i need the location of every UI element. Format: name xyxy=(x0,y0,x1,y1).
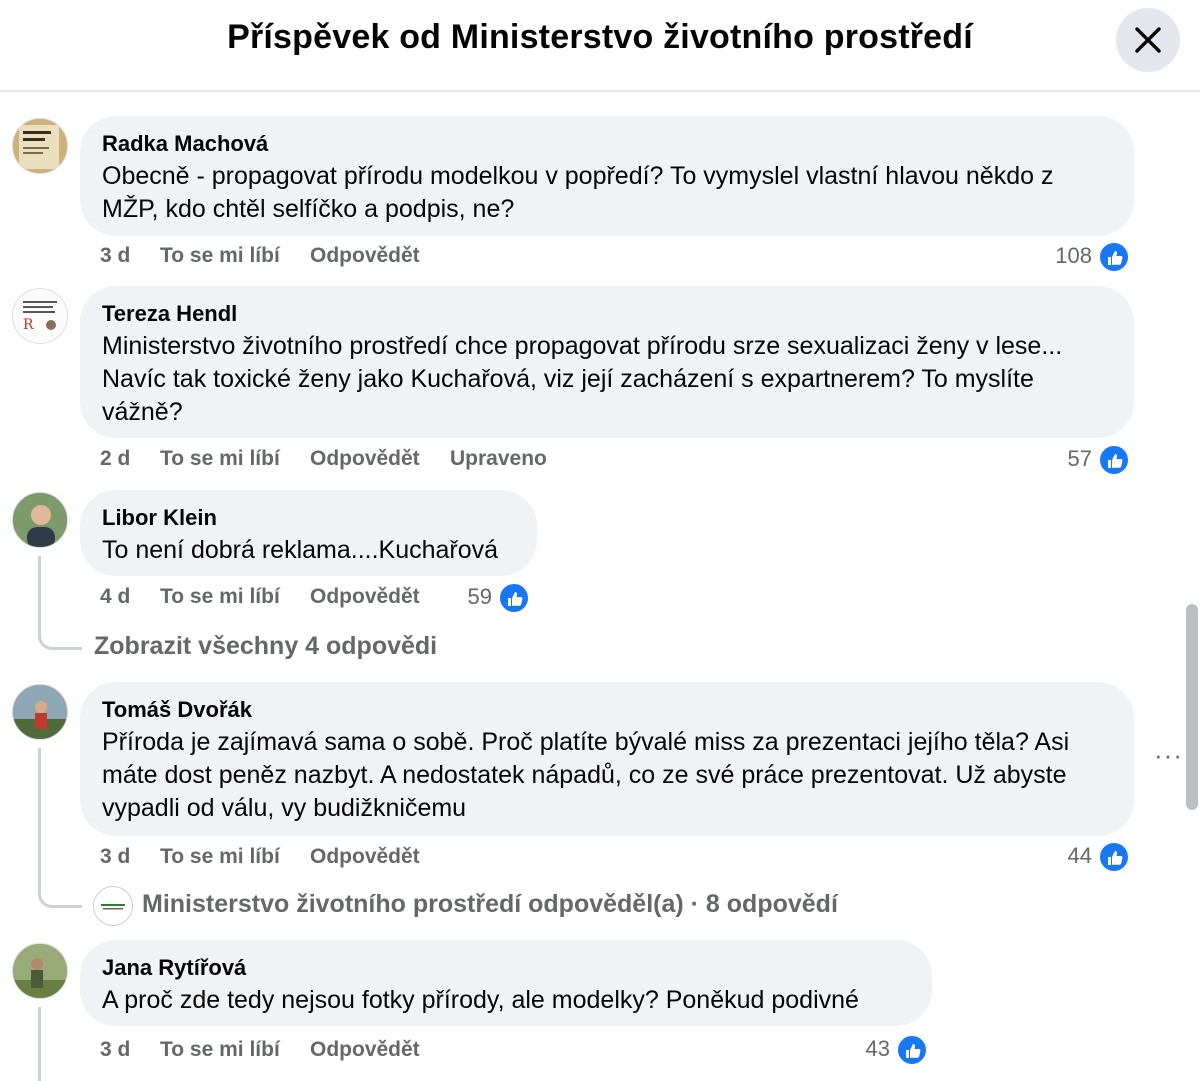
edited-label[interactable]: Upraveno xyxy=(450,447,547,471)
comment-bubble: Libor Klein To není dobrá reklama....Kuc… xyxy=(80,490,537,576)
avatar[interactable] xyxy=(12,118,68,174)
comment-author[interactable]: Libor Klein xyxy=(102,504,515,532)
like-button[interactable]: To se mi líbí xyxy=(160,845,280,869)
comment-age[interactable]: 4 d xyxy=(100,585,130,609)
avatar[interactable] xyxy=(12,684,68,740)
reaction-count[interactable]: 59 xyxy=(400,582,530,614)
comment-text: To není dobrá reklama....Kuchařová xyxy=(102,536,499,564)
reply-button[interactable]: Odpovědět xyxy=(310,1038,420,1062)
page-title: Příspěvek od Ministerstvo životního pros… xyxy=(227,18,973,56)
avatar-image: R xyxy=(13,289,67,343)
comment-text: Obecně - propagovat přírodu modelkou v p… xyxy=(102,162,1054,223)
comment-age[interactable]: 3 d xyxy=(100,244,130,268)
thread-line xyxy=(38,748,41,888)
avatar-image xyxy=(13,493,67,547)
comment-author[interactable]: Tereza Hendl xyxy=(102,300,1112,328)
avatar-image xyxy=(101,904,125,910)
close-button[interactable] xyxy=(1116,8,1180,72)
reply-button[interactable]: Odpovědět xyxy=(310,447,420,471)
avatar[interactable]: R xyxy=(12,288,68,344)
comment-actions: 3 d To se mi líbí Odpovědět xyxy=(100,1038,600,1068)
like-icon xyxy=(1098,241,1130,273)
avatar-image xyxy=(13,119,67,173)
thread-line xyxy=(38,1007,41,1081)
comment-bubble: Tereza Hendl Ministerstvo životního pros… xyxy=(80,286,1134,438)
reply-button[interactable]: Odpovědět xyxy=(310,244,420,268)
like-button[interactable]: To se mi líbí xyxy=(160,447,280,471)
comment-actions: 3 d To se mi líbí Odpovědět xyxy=(100,845,600,875)
reply-preview-link[interactable]: Ministerstvo životního prostředí odpověd… xyxy=(142,890,838,919)
comments-feed: Radka Machová Obecně - propagovat přírod… xyxy=(0,94,1200,1081)
avatar[interactable] xyxy=(12,943,68,999)
comment-age[interactable]: 2 d xyxy=(100,447,130,471)
dialog-header: Příspěvek od Ministerstvo životního pros… xyxy=(0,0,1200,92)
like-button[interactable]: To se mi líbí xyxy=(160,244,280,268)
scrollbar[interactable] xyxy=(1186,604,1198,810)
like-button[interactable]: To se mi líbí xyxy=(160,585,280,609)
comment-bubble: Radka Machová Obecně - propagovat přírod… xyxy=(80,116,1134,236)
avatar[interactable] xyxy=(12,492,68,548)
comment-author[interactable]: Jana Rytířová xyxy=(102,954,910,982)
comment-text: Ministerstvo životního prostředí chce pr… xyxy=(102,332,1063,426)
comment-actions: 2 d To se mi líbí Odpovědět Upraveno xyxy=(100,447,700,477)
comment-bubble: Tomáš Dvořák Příroda je zajímavá sama o … xyxy=(80,682,1134,836)
thread-elbow xyxy=(38,614,82,650)
reply-button[interactable]: Odpovědět xyxy=(310,845,420,869)
close-icon xyxy=(1135,27,1161,53)
view-replies-button[interactable]: Zobrazit všechny 4 odpovědi xyxy=(94,632,437,661)
reaction-count[interactable]: 43 xyxy=(798,1034,928,1066)
comment-author[interactable]: Tomáš Dvořák xyxy=(102,696,1112,724)
reaction-number: 43 xyxy=(865,1036,890,1061)
reaction-number: 57 xyxy=(1067,446,1092,471)
like-icon xyxy=(896,1034,928,1066)
more-icon[interactable]: ··· xyxy=(1154,740,1183,771)
svg-text:R: R xyxy=(23,317,34,333)
reaction-number: 59 xyxy=(467,584,492,609)
like-icon xyxy=(498,582,530,614)
reaction-count[interactable]: 57 xyxy=(1000,444,1130,476)
like-button[interactable]: To se mi líbí xyxy=(160,1038,280,1062)
comment-bubble: Jana Rytířová A proč zde tedy nejsou fot… xyxy=(80,940,932,1026)
reaction-number: 44 xyxy=(1067,843,1092,868)
avatar-image xyxy=(13,685,67,739)
reaction-count[interactable]: 44 xyxy=(1000,841,1130,873)
comment-age[interactable]: 3 d xyxy=(100,845,130,869)
comment-text: A proč zde tedy nejsou fotky přírody, al… xyxy=(102,986,859,1014)
comment-actions: 3 d To se mi líbí Odpovědět xyxy=(100,244,600,274)
like-icon xyxy=(1098,444,1130,476)
thread-elbow xyxy=(38,874,82,908)
comment-text: Příroda je zajímavá sama o sobě. Proč pl… xyxy=(102,728,1070,822)
reply-author-avatar[interactable] xyxy=(93,886,133,926)
reaction-number: 108 xyxy=(1055,243,1092,268)
comment-author[interactable]: Radka Machová xyxy=(102,130,1112,158)
reaction-count[interactable]: 108 xyxy=(1000,241,1130,273)
avatar-image xyxy=(13,944,67,998)
comment-age[interactable]: 3 d xyxy=(100,1038,130,1062)
like-icon xyxy=(1098,841,1130,873)
